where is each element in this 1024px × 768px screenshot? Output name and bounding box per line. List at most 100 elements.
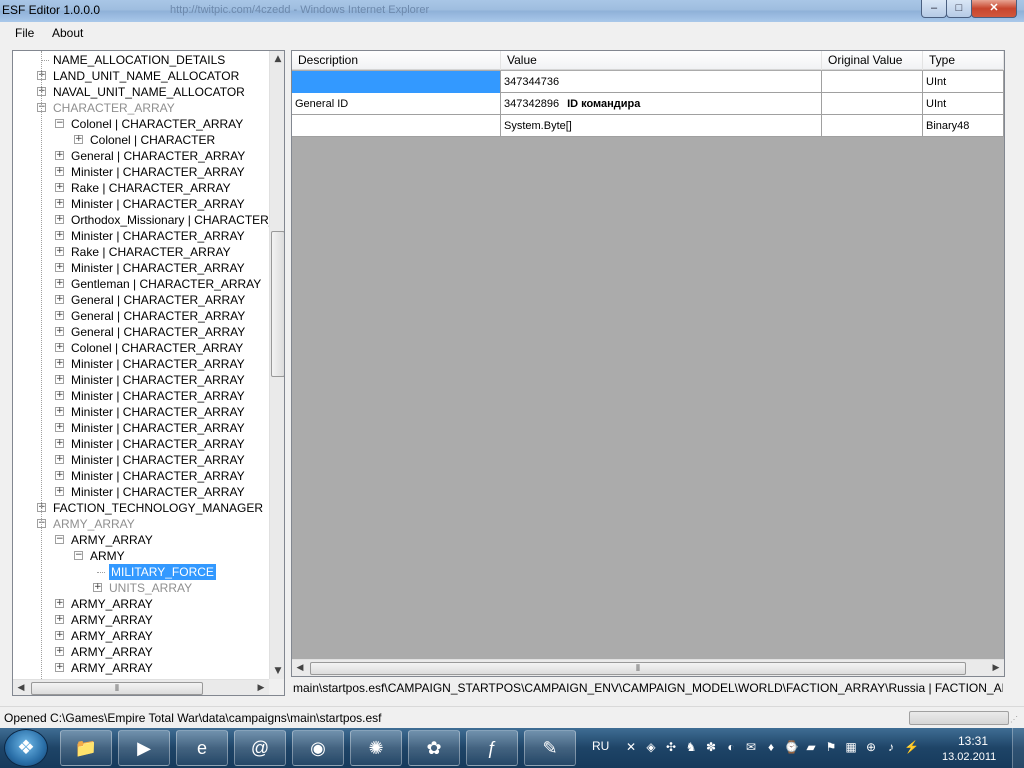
tree-node[interactable]: Minister | CHARACTER_ARRAY xyxy=(71,484,245,500)
tree-node[interactable]: General | CHARACTER_ARRAY xyxy=(71,324,245,340)
tree-node[interactable]: General | CHARACTER_ARRAY xyxy=(71,148,245,164)
tray-icon[interactable]: ◐ xyxy=(724,740,738,754)
cell-original-value[interactable] xyxy=(822,71,923,93)
collapse-minus-icon[interactable]: − xyxy=(74,551,83,560)
expand-plus-icon[interactable]: + xyxy=(93,583,102,592)
expand-plus-icon[interactable]: + xyxy=(55,327,64,336)
expand-plus-icon[interactable]: + xyxy=(55,615,64,624)
title-bar[interactable]: ESF Editor 1.0.0.0 http://twitpic.com/4c… xyxy=(0,0,1024,22)
tree-vertical-scroll-thumb[interactable] xyxy=(271,231,284,377)
taskbar-explorer-icon[interactable]: 📁 xyxy=(60,730,112,766)
tree-node[interactable]: MILITARY_FORCE xyxy=(109,564,216,580)
tray-icon[interactable]: ⊕ xyxy=(864,740,878,754)
tree-vertical-scrollbar[interactable]: ▲ ▼ xyxy=(269,51,284,679)
column-header-type[interactable]: Type xyxy=(923,51,1004,70)
taskbar-flash-editor-icon[interactable]: ƒ xyxy=(466,730,518,766)
tree-node[interactable]: Minister | CHARACTER_ARRAY xyxy=(71,164,245,180)
cell-description[interactable]: General ID xyxy=(292,93,501,115)
expand-plus-icon[interactable]: + xyxy=(55,375,64,384)
minimize-button[interactable]: – xyxy=(921,0,947,18)
tray-icon[interactable]: ♞ xyxy=(684,740,698,754)
expand-plus-icon[interactable]: + xyxy=(55,263,64,272)
tree-node[interactable]: Gentleman | CHARACTER_ARRAY xyxy=(71,276,261,292)
tree-node[interactable]: UNITS_ARRAY xyxy=(109,580,192,596)
cell-type[interactable]: Binary48 xyxy=(923,115,1004,137)
tray-icon[interactable]: ◈ xyxy=(644,740,658,754)
expand-plus-icon[interactable]: + xyxy=(55,663,64,672)
tree-node[interactable]: ARMY_ARRAY xyxy=(71,644,153,660)
taskbar-safari-icon[interactable]: ✺ xyxy=(350,730,402,766)
taskbar-icq-icon[interactable]: ✿ xyxy=(408,730,460,766)
expand-plus-icon[interactable]: + xyxy=(55,439,64,448)
tree-node[interactable]: Minister | CHARACTER_ARRAY xyxy=(71,260,245,276)
tree-node[interactable]: Minister | CHARACTER_ARRAY xyxy=(71,356,245,372)
expand-plus-icon[interactable]: + xyxy=(55,199,64,208)
tray-icon[interactable]: ⚡ xyxy=(904,740,919,754)
tree-horizontal-scroll-thumb[interactable]: ⦀ xyxy=(31,682,203,695)
cell-value[interactable]: System.Byte[] xyxy=(501,115,822,137)
cell-value[interactable]: 347342896 ID командира xyxy=(501,93,822,115)
expand-plus-icon[interactable]: + xyxy=(55,183,64,192)
collapse-minus-icon[interactable]: − xyxy=(55,119,64,128)
tray-icon[interactable]: ✕ xyxy=(624,740,638,754)
tree-node[interactable]: Minister | CHARACTER_ARRAY xyxy=(71,372,245,388)
table-row[interactable]: 347344736 UInt xyxy=(292,71,1004,93)
tree-node[interactable]: Minister | CHARACTER_ARRAY xyxy=(71,388,245,404)
tree-node[interactable]: Minister | CHARACTER_ARRAY xyxy=(71,228,245,244)
scroll-right-arrow-icon[interactable]: ▶ xyxy=(253,680,269,695)
menu-about[interactable]: About xyxy=(52,26,83,40)
expand-plus-icon[interactable]: + xyxy=(55,487,64,496)
tree-node[interactable]: Minister | CHARACTER_ARRAY xyxy=(71,452,245,468)
tree-node[interactable]: Minister | CHARACTER_ARRAY xyxy=(71,436,245,452)
tree-node[interactable]: ARMY_ARRAY xyxy=(71,596,153,612)
tree-node[interactable]: ARMY_ARRAY xyxy=(53,516,135,532)
expand-plus-icon[interactable]: + xyxy=(55,151,64,160)
expand-plus-icon[interactable]: + xyxy=(55,343,64,352)
expand-plus-icon[interactable]: + xyxy=(55,231,64,240)
tray-icon[interactable]: ▦ xyxy=(844,740,858,754)
grid-horizontal-scroll-thumb[interactable]: ⦀ xyxy=(310,662,966,675)
tree-node[interactable]: LAND_UNIT_NAME_ALLOCATOR xyxy=(53,68,239,84)
taskbar-media-player-icon[interactable]: ▶ xyxy=(118,730,170,766)
tree-node[interactable]: ARMY_ARRAY xyxy=(71,612,153,628)
expand-plus-icon[interactable]: + xyxy=(55,247,64,256)
tray-icon[interactable]: ⚑ xyxy=(824,740,838,754)
taskbar-paint-icon[interactable]: ✎ xyxy=(524,730,576,766)
expand-plus-icon[interactable]: + xyxy=(55,359,64,368)
expand-plus-icon[interactable]: + xyxy=(55,455,64,464)
expand-plus-icon[interactable]: + xyxy=(55,471,64,480)
cell-original-value[interactable] xyxy=(822,93,923,115)
tree-node[interactable]: Rake | CHARACTER_ARRAY xyxy=(71,244,231,260)
expand-plus-icon[interactable]: + xyxy=(55,631,64,640)
tray-icon[interactable]: ✽ xyxy=(704,740,718,754)
tree-node[interactable]: Minister | CHARACTER_ARRAY xyxy=(71,420,245,436)
tray-icon[interactable]: ▰ xyxy=(804,740,818,754)
language-indicator[interactable]: RU xyxy=(592,739,609,753)
tree-node[interactable]: FACTION_TECHNOLOGY_MANAGER xyxy=(53,500,263,516)
maximize-button[interactable]: □ xyxy=(946,0,972,18)
tree-node[interactable]: Colonel | CHARACTER xyxy=(90,132,215,148)
cell-type[interactable]: UInt xyxy=(923,93,1004,115)
start-button[interactable]: ❖ xyxy=(4,729,48,767)
tray-icon[interactable]: ♪ xyxy=(884,740,898,754)
taskbar-internet-explorer-icon[interactable]: e xyxy=(176,730,228,766)
tray-icon[interactable]: ✉ xyxy=(744,740,758,754)
column-header-description[interactable]: Description xyxy=(292,51,501,70)
close-button[interactable]: ✕ xyxy=(971,0,1017,18)
cell-value[interactable]: 347344736 xyxy=(501,71,822,93)
expand-plus-icon[interactable]: + xyxy=(55,391,64,400)
tree-node[interactable]: Rake | CHARACTER_ARRAY xyxy=(71,180,231,196)
scroll-left-arrow-icon[interactable]: ◀ xyxy=(13,680,29,695)
expand-plus-icon[interactable]: + xyxy=(55,423,64,432)
table-row[interactable]: General ID 347342896 ID командира UInt xyxy=(292,93,1004,115)
expand-plus-icon[interactable]: + xyxy=(55,407,64,416)
clock-date[interactable]: 13.02.2011 xyxy=(942,751,996,763)
tree-node[interactable]: General | CHARACTER_ARRAY xyxy=(71,292,245,308)
cell-type[interactable]: UInt xyxy=(923,71,1004,93)
tree-node[interactable]: ARMY xyxy=(90,548,125,564)
cell-original-value[interactable] xyxy=(822,115,923,137)
scroll-down-arrow-icon[interactable]: ▼ xyxy=(270,663,284,679)
scroll-right-arrow-icon[interactable]: ▶ xyxy=(988,660,1004,676)
taskbar-mail-icon[interactable]: @ xyxy=(234,730,286,766)
tree-node[interactable]: ARMY_ARRAY xyxy=(71,532,153,548)
